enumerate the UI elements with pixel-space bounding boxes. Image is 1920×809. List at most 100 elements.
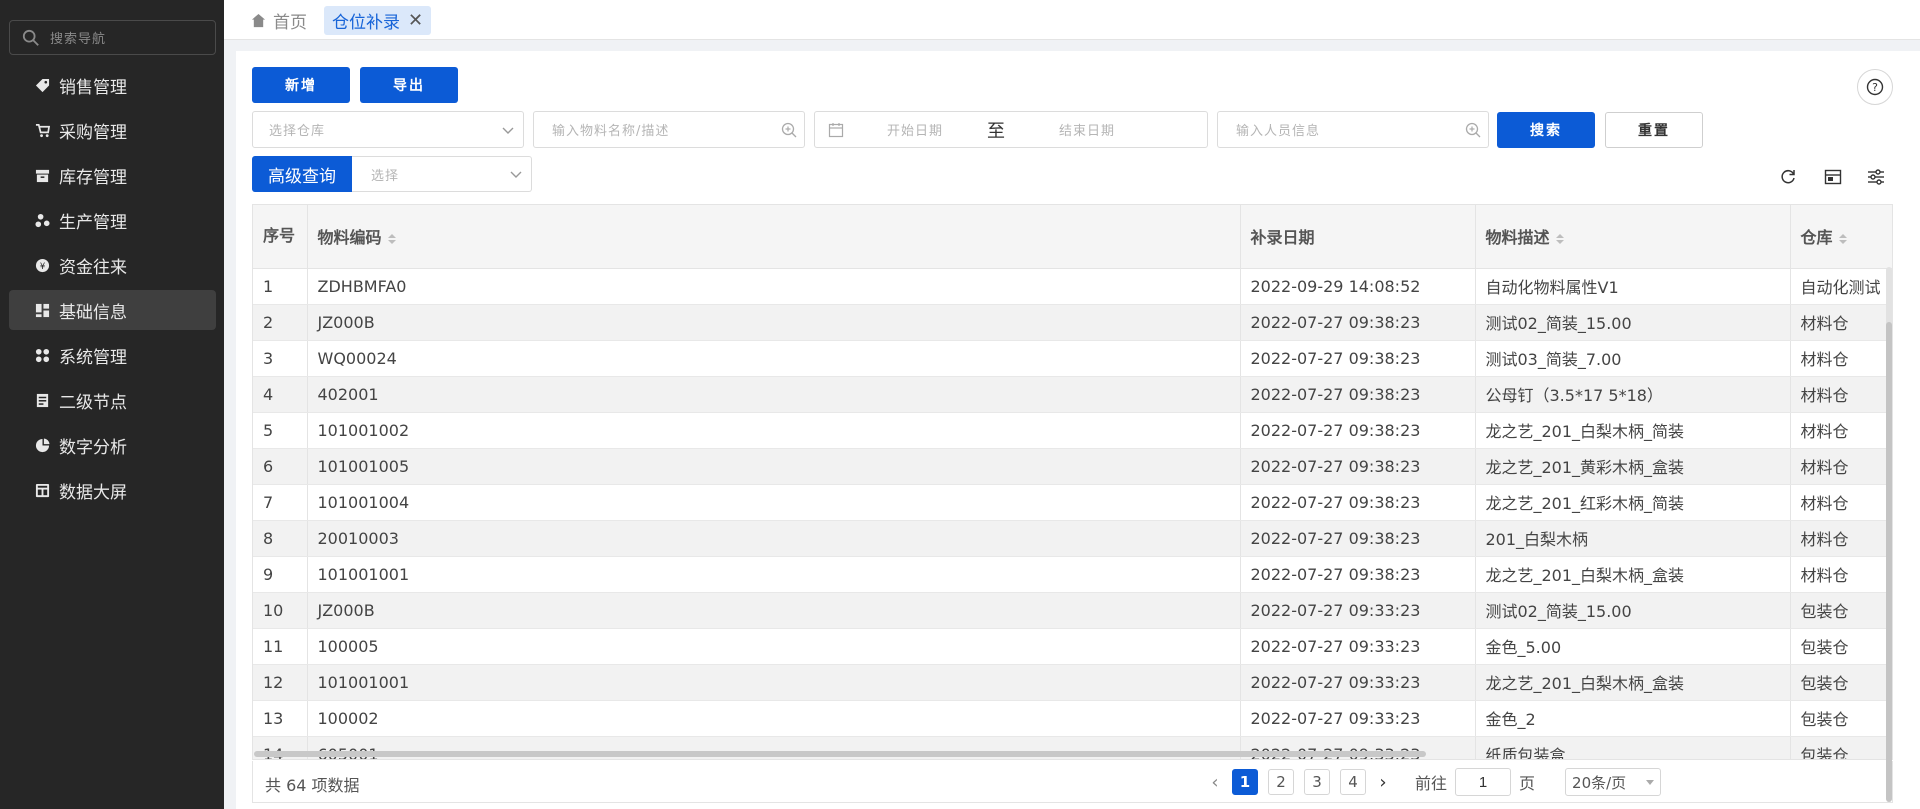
table-row[interactable]: 10 JZ000B 2022-07-27 09:33:23 测试02_简装_15.00… bbox=[253, 592, 1892, 629]
table-row[interactable]: 4 402001 2022-07-27 09:38:23 公母钉（3.5*17 5*1… bbox=[253, 376, 1892, 413]
goto-prefix: 前往 bbox=[1415, 774, 1448, 793]
column-header-code[interactable]: 物料编码 bbox=[307, 205, 1241, 269]
cell-warehouse: 材料仓 bbox=[1790, 412, 1892, 449]
cell-desc: 纸质包装盒 bbox=[1475, 736, 1791, 759]
cell-warehouse: 材料仓 bbox=[1790, 448, 1892, 485]
nav-search-input[interactable]: 搜索导航 bbox=[9, 20, 216, 55]
cell-warehouse: 自动化测试 bbox=[1790, 268, 1892, 305]
cell-date: 2022-07-27 09:33:23 bbox=[1240, 664, 1476, 701]
advanced-query-button[interactable]: 高级查询 bbox=[252, 156, 352, 192]
date-range-picker[interactable]: 开始日期 至 结束日期 bbox=[814, 111, 1208, 148]
screen-icon bbox=[33, 481, 51, 499]
table-row[interactable]: 3 WQ00024 2022-07-27 09:38:23 测试03_简装_7.00 材… bbox=[253, 340, 1892, 377]
sidebar-item-sales[interactable]: 销售管理 bbox=[9, 65, 216, 105]
pagination: ‹ 1 2 3 4 › 前往 页 20条/页 bbox=[1203, 767, 1662, 797]
sidebar-item-analytics[interactable]: 数字分析 bbox=[9, 425, 216, 465]
person-search-input[interactable]: 输入人员信息 bbox=[1217, 111, 1489, 148]
sidebar-item-dashboard[interactable]: 数据大屏 bbox=[9, 470, 216, 510]
scrollbar-thumb[interactable] bbox=[1886, 322, 1892, 802]
add-button[interactable]: 新增 bbox=[252, 67, 350, 103]
cell-date: 2022-07-27 09:38:23 bbox=[1240, 304, 1476, 341]
cell-warehouse: 材料仓 bbox=[1790, 520, 1892, 557]
table-row[interactable]: 12 101001001 2022-07-27 09:33:23 龙之艺_201_白梨… bbox=[253, 664, 1892, 701]
cell-desc: 龙之艺_201_白梨木柄_简装 bbox=[1475, 412, 1791, 449]
vertical-scrollbar[interactable] bbox=[1886, 267, 1892, 802]
cell-date: 2022-07-27 09:33:23 bbox=[1240, 592, 1476, 629]
help-button[interactable]: ? bbox=[1857, 69, 1893, 105]
caret-down-icon bbox=[1646, 779, 1655, 785]
prev-page-icon[interactable]: ‹ bbox=[1203, 772, 1227, 793]
table-row[interactable]: 9 101001001 2022-07-27 09:38:23 龙之艺_201_白梨木… bbox=[253, 556, 1892, 593]
page-size-select[interactable]: 20条/页 bbox=[1565, 768, 1662, 796]
next-page-icon[interactable]: › bbox=[1371, 772, 1395, 793]
cell-date: 2022-07-27 09:38:23 bbox=[1240, 484, 1476, 521]
table-row[interactable]: 13 100002 2022-07-27 09:33:23 金色_2 包装仓 bbox=[253, 700, 1892, 737]
horizontal-scrollbar[interactable] bbox=[254, 751, 1426, 757]
cell-warehouse: 材料仓 bbox=[1790, 304, 1892, 341]
page-button[interactable]: 2 bbox=[1268, 769, 1294, 795]
search-button[interactable]: 搜索 bbox=[1497, 112, 1595, 148]
sidebar-item-production[interactable]: 生产管理 bbox=[9, 200, 216, 240]
sidebar-item-label: 数字分析 bbox=[59, 437, 127, 458]
sidebar-item-label: 资金往来 bbox=[59, 257, 127, 278]
cart-icon bbox=[33, 121, 51, 139]
refresh-icon[interactable] bbox=[1778, 167, 1798, 187]
table-row[interactable]: 11 100005 2022-07-27 09:33:23 金色_5.00 包装仓 bbox=[253, 628, 1892, 665]
sidebar-item-inventory[interactable]: 库存管理 bbox=[9, 155, 216, 195]
sidebar: 搜索导航 销售管理 采购管理 库存管理 生产管理 ¥ 资金往来 基础信息 系统管… bbox=[0, 0, 224, 809]
cell-code: JZ000B bbox=[307, 304, 1241, 341]
grid-icon bbox=[33, 301, 51, 319]
table-footer: 共 64 项数据 ‹ 1 2 3 4 › 前往 页 20条/页 bbox=[252, 761, 1893, 803]
tab-active-label: 仓位补录 bbox=[332, 13, 400, 33]
archive-icon bbox=[33, 166, 51, 184]
cell-warehouse: 材料仓 bbox=[1790, 484, 1892, 521]
export-button[interactable]: 导出 bbox=[360, 67, 458, 103]
column-header-desc[interactable]: 物料描述 bbox=[1475, 205, 1791, 269]
tab-warehouse-supplement[interactable]: 仓位补录 ✕ bbox=[324, 6, 432, 35]
reset-button[interactable]: 重置 bbox=[1605, 112, 1703, 148]
cell-code: 100002 bbox=[307, 700, 1241, 737]
table-row[interactable]: 2 JZ000B 2022-07-27 09:38:23 测试02_简装_15.00 材… bbox=[253, 304, 1892, 341]
cell-index: 1 bbox=[253, 268, 308, 305]
table-row[interactable]: 8 20010003 2022-07-27 09:38:23 201_白梨木柄 材料仓 bbox=[253, 520, 1892, 557]
column-header-warehouse[interactable]: 仓库 bbox=[1790, 205, 1892, 269]
start-date-input[interactable]: 开始日期 bbox=[887, 120, 987, 139]
document-icon bbox=[33, 391, 51, 409]
svg-text:?: ? bbox=[1872, 81, 1878, 94]
sidebar-item-purchase[interactable]: 采购管理 bbox=[9, 110, 216, 150]
close-icon[interactable]: ✕ bbox=[408, 10, 423, 31]
cell-desc: 龙之艺_201_白梨木柄_盒装 bbox=[1475, 664, 1791, 701]
cell-warehouse: 包装仓 bbox=[1790, 700, 1892, 737]
table-row[interactable]: 5 101001002 2022-07-27 09:38:23 龙之艺_201_白梨木… bbox=[253, 412, 1892, 449]
end-date-input[interactable]: 结束日期 bbox=[1059, 120, 1159, 139]
sort-icon[interactable] bbox=[1838, 233, 1847, 244]
column-layout-icon[interactable] bbox=[1823, 167, 1843, 187]
goto-page-input[interactable] bbox=[1455, 768, 1512, 796]
cell-desc: 测试03_简装_7.00 bbox=[1475, 340, 1791, 377]
sidebar-item-label: 采购管理 bbox=[59, 122, 127, 143]
settings-sliders-icon[interactable] bbox=[1866, 167, 1886, 187]
page-button[interactable]: 3 bbox=[1304, 769, 1330, 795]
cell-warehouse: 包装仓 bbox=[1790, 628, 1892, 665]
sort-icon[interactable] bbox=[1555, 233, 1564, 244]
cell-desc: 金色_5.00 bbox=[1475, 628, 1791, 665]
sidebar-item-basic-info[interactable]: 基础信息 bbox=[9, 290, 216, 330]
sidebar-item-funds[interactable]: ¥ 资金往来 bbox=[9, 245, 216, 285]
table-row[interactable]: 7 101001004 2022-07-27 09:38:23 龙之艺_201_红彩木… bbox=[253, 484, 1892, 521]
table-row[interactable]: 6 101001005 2022-07-27 09:38:23 龙之艺_201_黄彩木… bbox=[253, 448, 1892, 485]
zoom-in-icon bbox=[774, 122, 804, 138]
tab-home[interactable]: 首页 bbox=[251, 8, 307, 33]
sidebar-item-system[interactable]: 系统管理 bbox=[9, 335, 216, 375]
table-row[interactable]: 1 ZDHBMFA0 2022-09-29 14:08:52 自动化物料属性V1 自动化… bbox=[253, 268, 1892, 305]
sidebar-item-secondary-node[interactable]: 二级节点 bbox=[9, 380, 216, 420]
material-search-input[interactable]: 输入物料名称/描述 bbox=[533, 111, 805, 148]
sidebar-item-label: 系统管理 bbox=[59, 347, 127, 368]
sidebar-item-label: 基础信息 bbox=[59, 302, 127, 323]
cell-index: 2 bbox=[253, 304, 308, 341]
page-button[interactable]: 1 bbox=[1232, 769, 1258, 795]
sort-icon[interactable] bbox=[387, 233, 396, 244]
warehouse-select[interactable]: 选择仓库 bbox=[252, 111, 524, 148]
page-button[interactable]: 4 bbox=[1340, 769, 1366, 795]
advanced-placeholder: 选择 bbox=[371, 168, 400, 184]
advanced-query-select[interactable]: 选择 bbox=[352, 156, 532, 192]
